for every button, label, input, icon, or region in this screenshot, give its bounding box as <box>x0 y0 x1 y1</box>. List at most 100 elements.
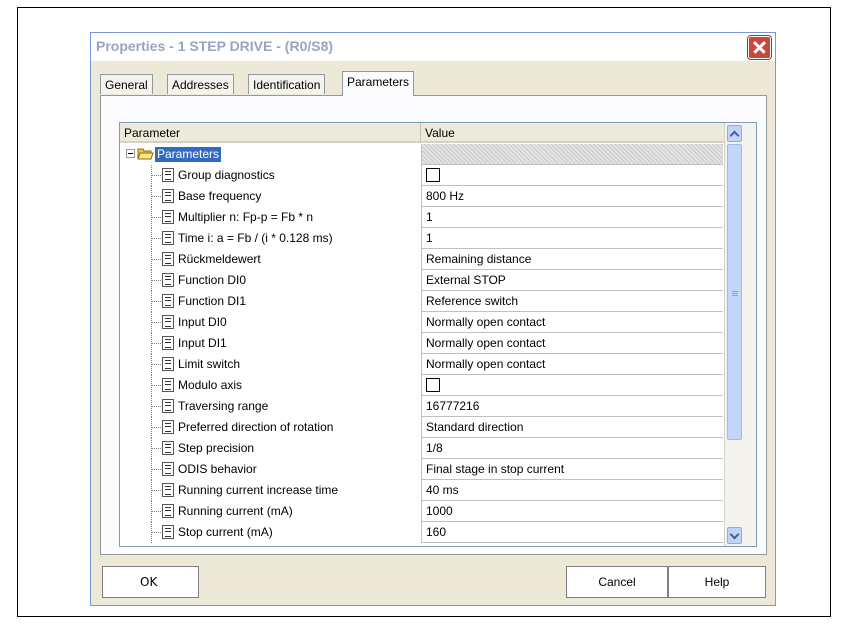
parameter-cell: Function DI1 <box>120 291 421 312</box>
parameter-icon <box>162 399 174 413</box>
cancel-button[interactable]: Cancel <box>566 566 668 598</box>
value-checkbox[interactable] <box>426 168 440 182</box>
parameter-cell: Running current increase time <box>120 480 421 501</box>
table-row[interactable]: Limit switch Normally open contact <box>120 354 723 375</box>
scroll-down-icon[interactable] <box>727 527 742 544</box>
tree-line <box>151 406 161 407</box>
parameter-icon <box>162 231 174 245</box>
parameter-label: Time i: a = Fb / (i * 0.128 ms) <box>178 231 333 245</box>
parameter-icon <box>162 525 174 539</box>
tree-line <box>151 532 161 533</box>
collapse-icon[interactable] <box>126 149 135 158</box>
parameter-icon <box>162 420 174 434</box>
help-button[interactable]: Help <box>668 566 766 598</box>
value-cell[interactable]: 1000 <box>421 501 723 522</box>
value-cell[interactable] <box>421 165 723 186</box>
parameter-icon <box>162 252 174 266</box>
parameters-panel: Parameter Value Parameters Group diagnos… <box>100 95 767 555</box>
value-cell[interactable]: Normally open contact <box>421 333 723 354</box>
grip-icon <box>732 291 738 292</box>
table-row[interactable]: Base frequency 800 Hz <box>120 186 723 207</box>
column-header-parameter[interactable]: Parameter <box>120 123 421 143</box>
parameter-cell: Function DI0 <box>120 270 421 291</box>
parameter-icon <box>162 189 174 203</box>
value-cell[interactable]: Normally open contact <box>421 312 723 333</box>
tree-line <box>151 385 161 386</box>
tree-line <box>151 322 161 323</box>
parameter-icon <box>162 210 174 224</box>
value-cell[interactable]: 800 Hz <box>421 186 723 207</box>
parameter-label: Running current (mA) <box>178 504 293 518</box>
column-header-value[interactable]: Value <box>421 123 724 143</box>
parameter-icon <box>162 462 174 476</box>
tree-line <box>151 427 161 428</box>
parameter-icon <box>162 168 174 182</box>
close-icon[interactable] <box>748 36 771 59</box>
value-cell[interactable]: 1 <box>421 207 723 228</box>
tree-line <box>151 511 161 512</box>
parameter-label: Multiplier n: Fp-p = Fb * n <box>178 210 314 224</box>
parameter-label: Rückmeldewert <box>178 252 261 266</box>
title-bar[interactable]: Properties - 1 STEP DRIVE - (R0/S8) <box>91 33 775 61</box>
value-cell[interactable] <box>421 375 723 396</box>
table-row[interactable]: ODIS behavior Final stage in stop current <box>120 459 723 480</box>
tree-line <box>151 280 161 281</box>
table-row[interactable]: Modulo axis <box>120 375 723 396</box>
value-cell[interactable]: External STOP <box>421 270 723 291</box>
table-row[interactable]: Rückmeldewert Remaining distance <box>120 249 723 270</box>
tree-line <box>151 175 161 176</box>
table-row[interactable]: Stop current (mA) 160 <box>120 522 723 543</box>
parameter-label: Limit switch <box>178 357 241 371</box>
parameter-cell: Step precision <box>120 438 421 459</box>
vertical-scrollbar[interactable] <box>724 123 756 546</box>
value-cell[interactable]: 1 <box>421 228 723 249</box>
parameter-cell: Rückmeldewert <box>120 249 421 270</box>
table-row[interactable]: Traversing range 16777216 <box>120 396 723 417</box>
scroll-thumb[interactable] <box>727 144 742 440</box>
properties-dialog: Properties - 1 STEP DRIVE - (R0/S8) Gene… <box>90 32 776 606</box>
parameter-cell: Limit switch <box>120 354 421 375</box>
table-row[interactable]: Running current increase time 40 ms <box>120 480 723 501</box>
tree-root-row[interactable]: Parameters <box>120 144 723 165</box>
value-cell[interactable]: Remaining distance <box>421 249 723 270</box>
parameter-icon <box>162 315 174 329</box>
value-checkbox[interactable] <box>426 378 440 392</box>
parameter-cell: ODIS behavior <box>120 459 421 480</box>
tree-line <box>151 364 161 365</box>
scroll-up-icon[interactable] <box>727 125 742 142</box>
tab-parameters[interactable]: Parameters <box>342 71 415 96</box>
table-row[interactable]: Group diagnostics <box>120 165 723 186</box>
tab-general[interactable]: General <box>100 74 153 94</box>
tree-line <box>151 343 161 344</box>
value-cell[interactable]: Normally open contact <box>421 354 723 375</box>
parameter-label: Stop current (mA) <box>178 525 273 539</box>
value-cell[interactable]: Final stage in stop current <box>421 459 723 480</box>
parameter-label: Running current increase time <box>178 483 339 497</box>
value-cell[interactable]: 160 <box>421 522 723 543</box>
table-row[interactable]: Input DI0 Normally open contact <box>120 312 723 333</box>
table-row[interactable]: Time i: a = Fb / (i * 0.128 ms) 1 <box>120 228 723 249</box>
table-row[interactable]: Step precision 1/8 <box>120 438 723 459</box>
value-cell[interactable]: 1/8 <box>421 438 723 459</box>
parameter-icon <box>162 378 174 392</box>
table-row[interactable]: Function DI1 Reference switch <box>120 291 723 312</box>
ok-button[interactable]: OK <box>102 566 199 598</box>
parameter-label: Step precision <box>178 441 255 455</box>
tab-identification[interactable]: Identification <box>248 74 326 94</box>
table-row[interactable]: Function DI0 External STOP <box>120 270 723 291</box>
value-cell[interactable]: Reference switch <box>421 291 723 312</box>
value-cell[interactable]: 16777216 <box>421 396 723 417</box>
grid-rows: Parameters Group diagnostics Base frequen… <box>120 144 723 546</box>
table-row[interactable]: Preferred direction of rotation Standard … <box>120 417 723 438</box>
tab-addresses[interactable]: Addresses <box>167 74 234 94</box>
table-row[interactable]: Input DI1 Normally open contact <box>120 333 723 354</box>
tree-line <box>151 469 161 470</box>
value-cell[interactable]: Standard direction <box>421 417 723 438</box>
tree-line <box>151 196 161 197</box>
value-cell[interactable]: 40 ms <box>421 480 723 501</box>
table-row[interactable]: Multiplier n: Fp-p = Fb * n 1 <box>120 207 723 228</box>
parameter-icon <box>162 273 174 287</box>
table-row[interactable]: Running current (mA) 1000 <box>120 501 723 522</box>
parameter-icon <box>162 336 174 350</box>
parameter-label: Traversing range <box>178 399 269 413</box>
